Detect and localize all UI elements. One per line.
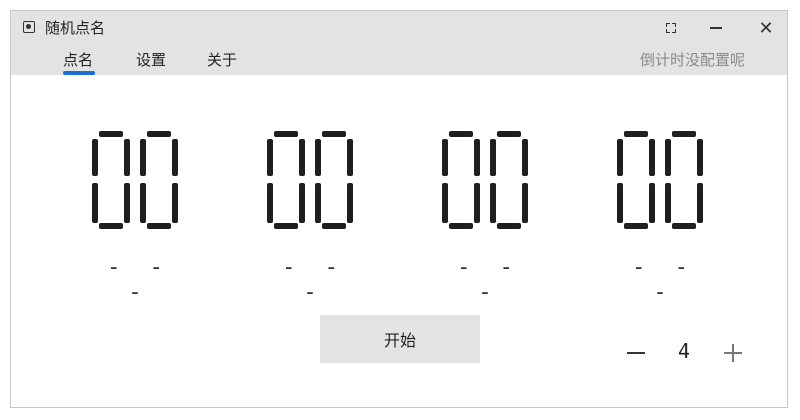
segment-f — [665, 139, 671, 176]
segment-b — [172, 139, 178, 176]
segment-a — [624, 131, 648, 137]
segment-b — [124, 139, 130, 176]
slot-1: - - - — [89, 129, 189, 305]
segment-c — [649, 183, 655, 223]
minimize-icon — [710, 27, 722, 29]
segment-e — [92, 183, 98, 223]
seven-segment-digit — [89, 129, 134, 229]
segment-d — [497, 223, 521, 229]
segment-a — [322, 131, 346, 137]
seven-segment-digit — [439, 129, 484, 229]
plus-icon[interactable] — [724, 344, 742, 362]
segment-e — [442, 183, 448, 223]
app-icon — [23, 21, 35, 33]
segment-c — [124, 183, 130, 223]
tab-settings[interactable]: 设置 — [136, 49, 166, 70]
segment-b — [347, 139, 353, 176]
segment-e — [140, 183, 146, 223]
seven-segment-digit — [264, 129, 309, 229]
tab-about[interactable]: 关于 — [207, 49, 237, 70]
segment-f — [267, 139, 273, 176]
seven-segment-digit — [137, 129, 182, 229]
segment-a — [672, 131, 696, 137]
segment-a — [497, 131, 521, 137]
segment-b — [474, 139, 480, 176]
segment-c — [697, 183, 703, 223]
segment-e — [665, 183, 671, 223]
maximize-icon — [666, 23, 676, 33]
segment-c — [522, 183, 528, 223]
window-title: 随机点名 — [45, 19, 106, 37]
seven-segment-digit — [614, 129, 659, 229]
segment-b — [299, 139, 305, 176]
segment-e — [490, 183, 496, 223]
slot-3: - - - — [439, 129, 539, 305]
segment-b — [649, 139, 655, 176]
close-button[interactable]: ✕ — [751, 15, 781, 41]
segment-c — [474, 183, 480, 223]
segment-d — [99, 223, 123, 229]
segment-c — [347, 183, 353, 223]
segment-e — [617, 183, 623, 223]
slot-2: - - - — [264, 129, 364, 305]
segment-d — [322, 223, 346, 229]
segment-b — [697, 139, 703, 176]
title-bar: 随机点名 ✕ 点名 设置 关于 倒计时没配置呢 — [11, 11, 787, 75]
segment-f — [140, 139, 146, 176]
segment-e — [315, 183, 321, 223]
segment-d — [274, 223, 298, 229]
seven-segment-digit — [662, 129, 707, 229]
segment-d — [449, 223, 473, 229]
segment-f — [315, 139, 321, 176]
countdown-status: 倒计时没配置呢 — [639, 51, 745, 69]
close-icon: ✕ — [758, 17, 774, 39]
segment-f — [92, 139, 98, 176]
start-button[interactable]: 开始 — [320, 315, 480, 363]
maximize-button[interactable] — [656, 15, 686, 41]
slot-name: - - - — [632, 255, 696, 305]
tab-roll-call[interactable]: 点名 — [63, 49, 93, 70]
segment-a — [274, 131, 298, 137]
minimize-button[interactable] — [701, 15, 731, 41]
seven-segment-digit — [312, 129, 357, 229]
segment-a — [147, 131, 171, 137]
active-tab-indicator — [63, 71, 95, 75]
segment-a — [99, 131, 123, 137]
segment-d — [672, 223, 696, 229]
slot-name: - - - — [107, 255, 171, 305]
slot-name: - - - — [282, 255, 346, 305]
slot-4: - - - — [614, 129, 714, 305]
segment-d — [147, 223, 171, 229]
app-window: 随机点名 ✕ 点名 设置 关于 倒计时没配置呢 - - - - - - - - … — [10, 10, 788, 408]
segment-a — [449, 131, 473, 137]
segment-c — [172, 183, 178, 223]
minus-icon[interactable] — [627, 352, 645, 354]
segment-d — [624, 223, 648, 229]
segment-b — [522, 139, 528, 176]
segment-f — [490, 139, 496, 176]
segment-f — [442, 139, 448, 176]
segment-f — [617, 139, 623, 176]
seven-segment-digit — [487, 129, 532, 229]
slot-name: - - - — [457, 255, 521, 305]
count-value: 4 — [677, 339, 691, 363]
segment-e — [267, 183, 273, 223]
segment-c — [299, 183, 305, 223]
